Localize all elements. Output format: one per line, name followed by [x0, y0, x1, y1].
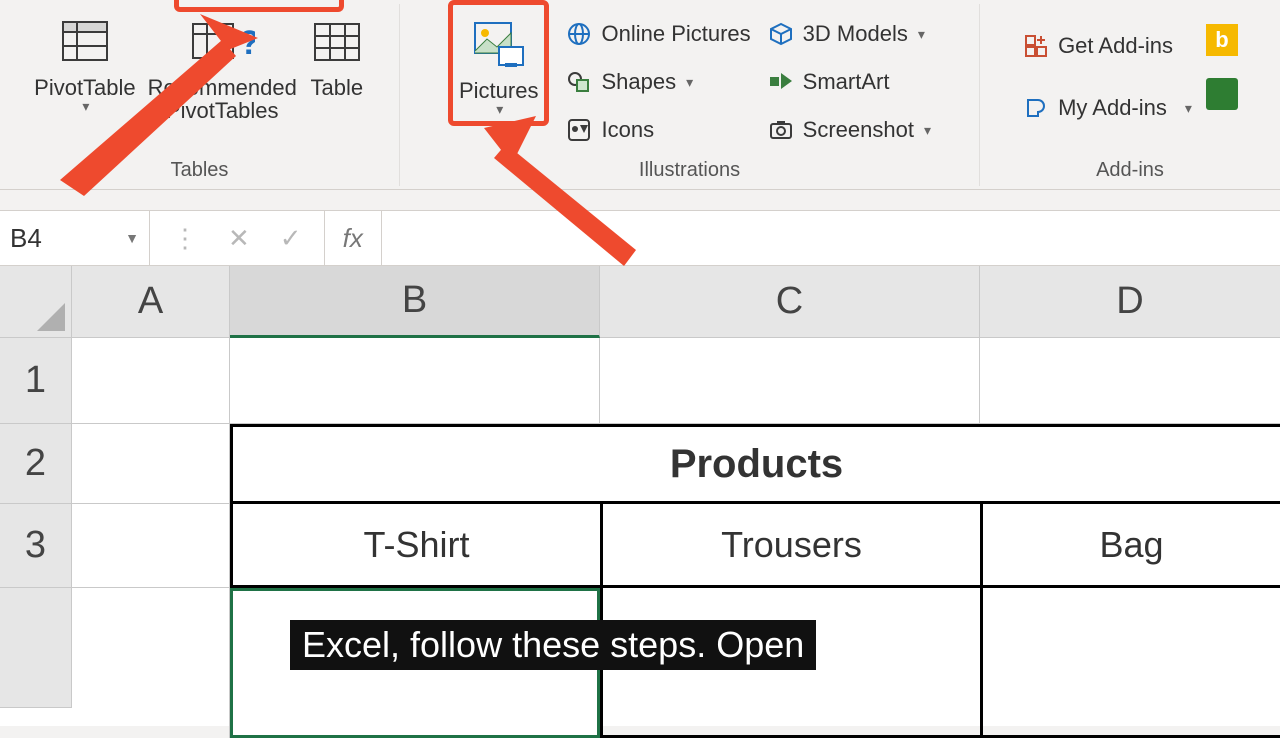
recommended-pivottables-icon: ? [189, 8, 255, 76]
col-header-c[interactable]: C [600, 266, 980, 337]
cell-products-header[interactable]: Products [230, 424, 1280, 504]
cell-d3[interactable]: Bag [980, 504, 1280, 588]
cell-b3[interactable]: T-Shirt [230, 504, 600, 588]
ribbon: PivotTable ▾ ? Recommended PivotTables T… [0, 0, 1280, 190]
pictures-label: Pictures [459, 79, 538, 102]
name-box-value: B4 [10, 223, 42, 254]
smartart-button[interactable]: SmartArt [767, 60, 931, 104]
ribbon-group-tables: PivotTable ▾ ? Recommended PivotTables T… [0, 4, 400, 186]
ribbon-group-addins: Get Add-ins My Add-ins ▾ b Add-ins [980, 4, 1280, 186]
cancel-icon[interactable]: ✕ [228, 223, 250, 254]
row-header-3[interactable]: 3 [0, 504, 72, 588]
chevron-down-icon: ▾ [496, 102, 503, 117]
group-label-addins: Add-ins [1096, 157, 1164, 182]
formula-bar: B4 ▼ ⋮ ✕ ✓ fx [0, 210, 1280, 266]
chevron-down-icon: ▾ [924, 122, 931, 139]
table-label: Table [311, 76, 364, 99]
icons-icon [565, 117, 593, 143]
my-addins-button[interactable]: My Add-ins ▾ [1022, 86, 1192, 130]
video-caption: Excel, follow these steps. Open [290, 620, 816, 670]
row-headers: 1 2 3 [0, 338, 72, 738]
table-button[interactable]: Table [307, 6, 367, 101]
smartart-icon [767, 69, 795, 95]
cell-a3[interactable] [72, 504, 230, 588]
cell-d4[interactable] [980, 588, 1280, 738]
pivottable-label: PivotTable [34, 76, 136, 99]
3d-models-label: 3D Models [803, 21, 908, 47]
cell-c1[interactable] [600, 338, 980, 424]
formula-input[interactable] [382, 211, 1280, 265]
ribbon-group-illustrations: Pictures ▾ Online Pictures Shapes ▾ [400, 4, 980, 186]
chevron-down-icon: ▾ [1185, 100, 1192, 117]
chevron-down-icon: ▾ [686, 74, 693, 91]
svg-text:?: ? [239, 24, 255, 62]
cell-a4[interactable] [72, 588, 230, 738]
col-header-a[interactable]: A [72, 266, 230, 337]
group-label-tables: Tables [171, 157, 229, 182]
shapes-label: Shapes [601, 69, 676, 95]
fx-label[interactable]: fx [325, 211, 382, 265]
grip-icon: ⋮ [172, 223, 198, 254]
enter-icon[interactable]: ✓ [280, 223, 302, 254]
row-header-1[interactable]: 1 [0, 338, 72, 424]
get-addins-icon [1022, 33, 1050, 59]
col-header-d[interactable]: D [980, 266, 1280, 337]
screenshot-button[interactable]: Screenshot ▾ [767, 108, 931, 152]
name-box[interactable]: B4 ▼ [0, 211, 150, 265]
get-addins-button[interactable]: Get Add-ins [1022, 24, 1192, 68]
bing-icon[interactable]: b [1206, 24, 1238, 56]
col-header-b[interactable]: B [230, 266, 600, 338]
icons-button[interactable]: Icons [565, 108, 750, 152]
3d-models-button[interactable]: 3D Models ▾ [767, 12, 931, 56]
chevron-down-icon: ▾ [918, 26, 925, 43]
chevron-down-icon: ▾ [82, 99, 89, 114]
row-header-4[interactable] [0, 588, 72, 708]
addin-tile-icon[interactable] [1206, 78, 1238, 110]
cell-d1[interactable] [980, 338, 1280, 424]
cell-b1[interactable] [230, 338, 600, 424]
cell-a1[interactable] [72, 338, 230, 424]
cell-c3[interactable]: Trousers [600, 504, 980, 588]
pivottable-icon [57, 8, 113, 76]
icons-label: Icons [601, 117, 654, 143]
recommended-pivottables-label: Recommended PivotTables [148, 76, 297, 122]
cell-a2[interactable] [72, 424, 230, 504]
my-addins-icon [1022, 95, 1050, 121]
cube-icon [767, 21, 795, 47]
pictures-button[interactable]: Pictures ▾ [457, 9, 540, 119]
online-pictures-button[interactable]: Online Pictures [565, 12, 750, 56]
shapes-button[interactable]: Shapes ▾ [565, 60, 750, 104]
row-header-2[interactable]: 2 [0, 424, 72, 504]
my-addins-label: My Add-ins [1058, 95, 1167, 121]
column-headers: A B C D [0, 266, 1280, 338]
table-icon [309, 8, 365, 76]
online-pictures-label: Online Pictures [601, 21, 750, 47]
chevron-down-icon[interactable]: ▼ [125, 230, 139, 246]
select-all-corner[interactable] [0, 266, 72, 337]
group-label-illustrations: Illustrations [639, 157, 740, 182]
screenshot-label: Screenshot [803, 117, 914, 143]
pictures-highlight: Pictures ▾ [448, 0, 549, 126]
smartart-label: SmartArt [803, 69, 890, 95]
get-addins-label: Get Add-ins [1058, 33, 1173, 59]
recommended-pivottables-button[interactable]: ? Recommended PivotTables [146, 6, 299, 124]
screenshot-icon [767, 117, 795, 143]
shapes-icon [565, 69, 593, 95]
online-pictures-icon [565, 21, 593, 47]
pictures-icon [469, 11, 529, 79]
pivottable-button[interactable]: PivotTable ▾ [32, 6, 138, 116]
